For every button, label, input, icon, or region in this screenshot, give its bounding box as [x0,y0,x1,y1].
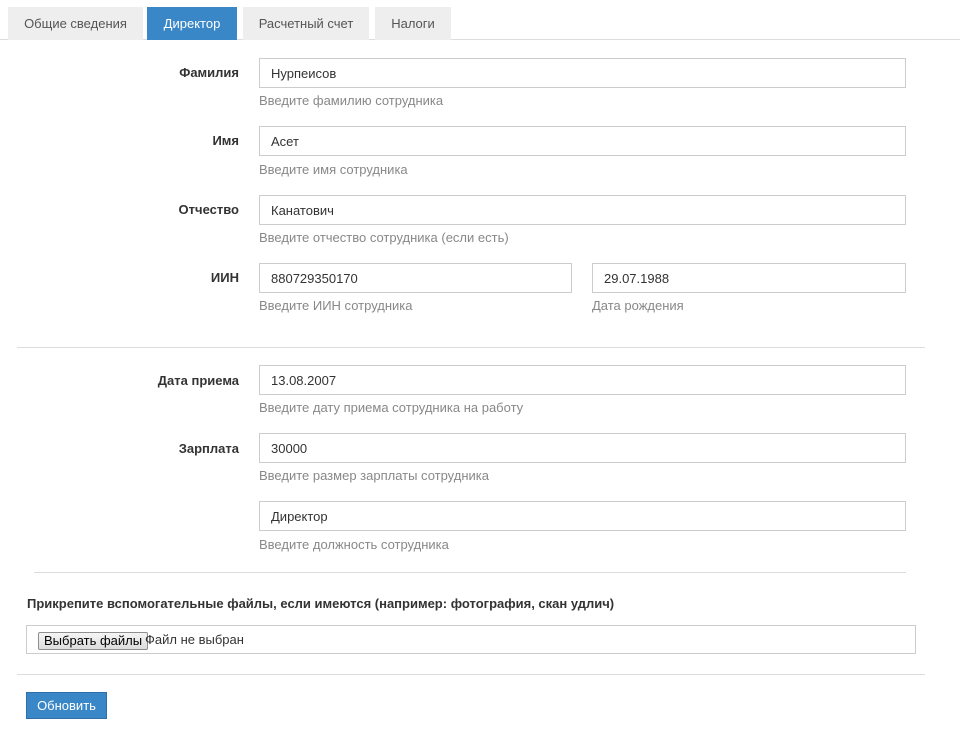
file-status-text: Файл не выбран [145,632,244,647]
name-field[interactable] [259,126,906,156]
surname-help: Введите фамилию сотрудника [259,93,444,108]
birth-date-help: Дата рождения [592,298,684,313]
choose-files-button[interactable]: Выбрать файлы [38,632,149,650]
name-help: Введите имя сотрудника [259,162,408,177]
tab-general-info[interactable]: Общие сведения [8,7,143,40]
surname-label: Фамилия [179,65,239,80]
salary-label: Зарплата [178,441,239,456]
update-button[interactable]: Обновить [26,692,107,719]
section-divider [34,572,906,573]
salary-help: Введите размер зарплаты сотрудника [259,468,489,483]
attachments-label: Прикрепите вспомогательные файлы, если и… [27,596,615,611]
patronymic-label: Отчество [178,202,239,217]
name-label: Имя [212,133,239,148]
hire-date-field[interactable] [259,365,906,395]
position-help: Введите должность сотрудника [259,537,449,552]
tab-taxes[interactable]: Налоги [375,7,451,40]
patronymic-field[interactable] [259,195,906,225]
section-divider [17,674,925,675]
file-input: Выбрать файлы Файл не выбран [26,625,916,654]
tab-director[interactable]: Директор [147,7,237,40]
salary-field[interactable] [259,433,906,463]
iin-field[interactable] [259,263,572,293]
birth-date-field[interactable] [592,263,906,293]
tab-bar: Общие сведения Директор Расчетный счет Н… [0,0,960,40]
patronymic-help: Введите отчество сотрудника (если есть) [259,230,509,245]
position-field[interactable] [259,501,906,531]
hire-date-label: Дата приема [157,373,239,388]
iin-label: ИИН [210,270,239,285]
section-divider [17,347,925,348]
hire-date-help: Введите дату приема сотрудника на работу [259,400,524,415]
surname-field[interactable] [259,58,906,88]
iin-help: Введите ИИН сотрудника [259,298,413,313]
tab-bank-account[interactable]: Расчетный счет [243,7,369,40]
